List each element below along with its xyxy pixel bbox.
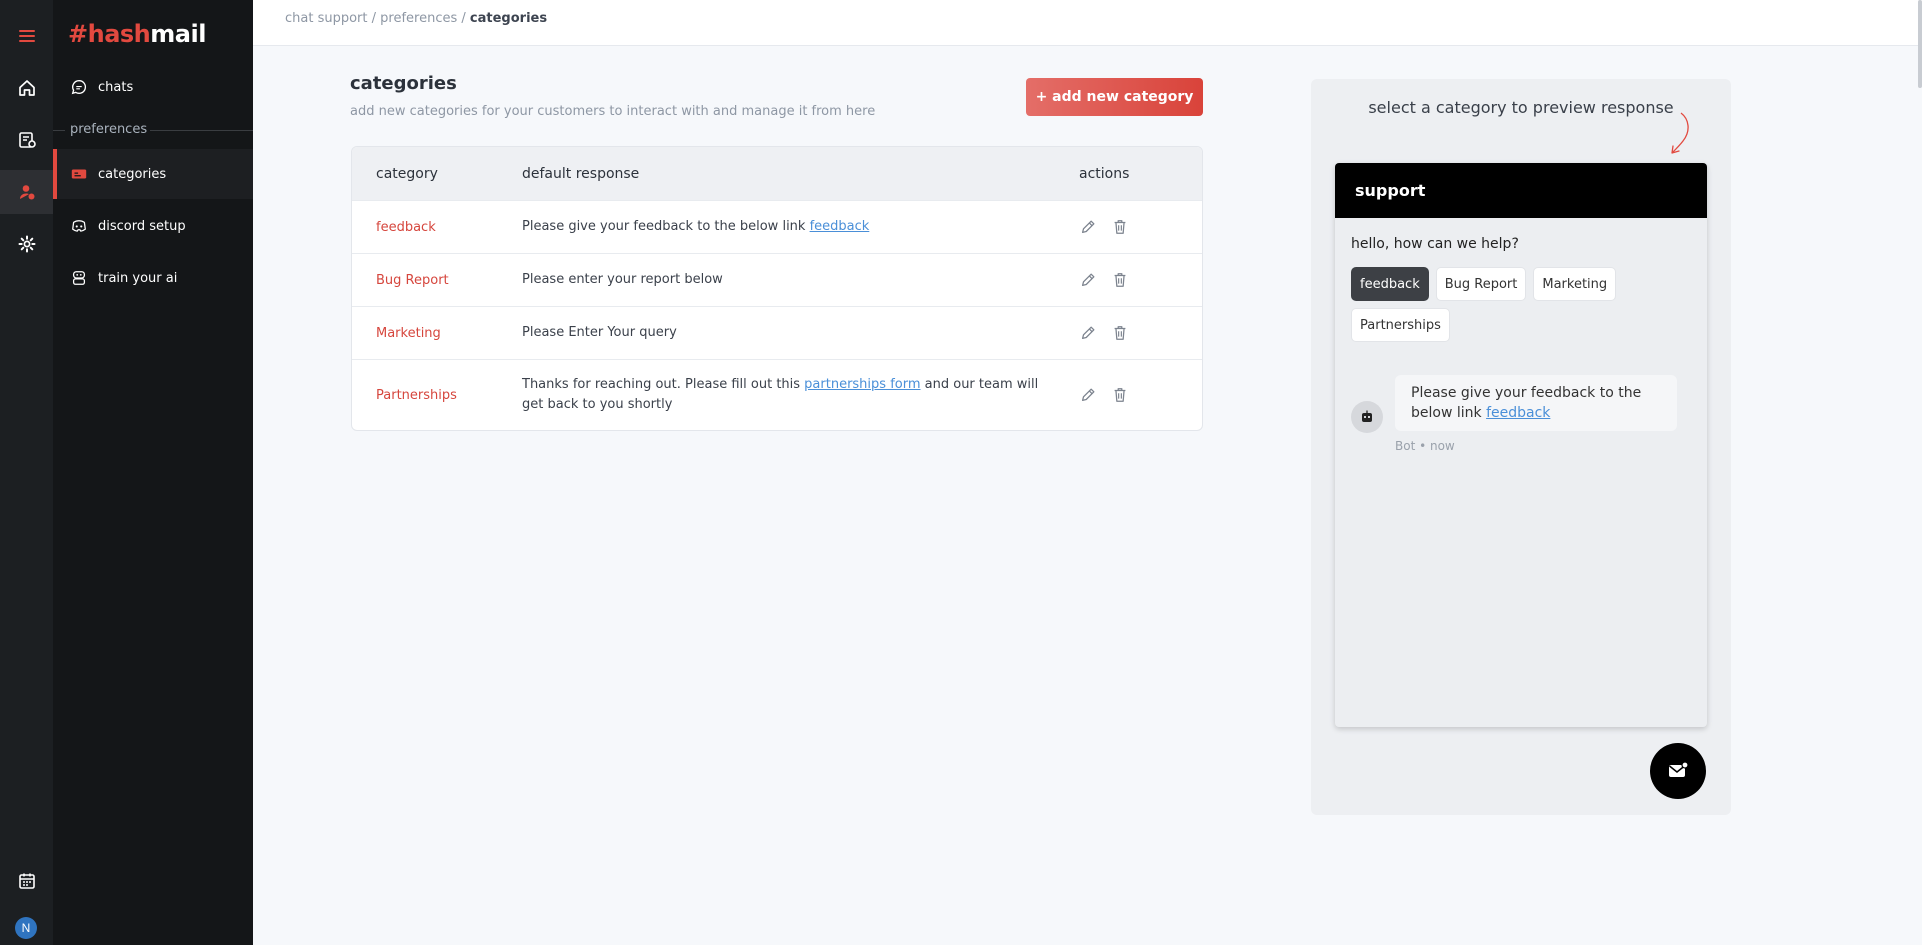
icon-rail: N [0, 0, 53, 945]
response-link[interactable]: partnerships form [804, 377, 920, 392]
header-default-response: default response [522, 165, 640, 182]
default-response: Thanks for reaching out. Please fill out… [522, 375, 1079, 415]
preview-panel: select a category to preview response su… [1311, 79, 1731, 815]
home-icon [18, 80, 35, 96]
rail-inbox-button[interactable] [0, 118, 53, 162]
trash-icon[interactable] [1111, 324, 1129, 342]
table-row: Bug Report Please enter your report belo… [352, 253, 1202, 306]
rail-settings-button[interactable] [0, 222, 53, 266]
sidebar-item-discord-setup[interactable]: discord setup [53, 201, 253, 251]
add-new-category-button[interactable]: + add new category [1026, 78, 1203, 116]
response-link[interactable]: feedback [810, 219, 870, 234]
bot-message: Please give your feedback to the below l… [1395, 375, 1677, 431]
chat-bubble-icon [71, 80, 87, 95]
chip-bug-report[interactable]: Bug Report [1435, 267, 1527, 301]
table-row: Partnerships Thanks for reaching out. Pl… [352, 359, 1202, 430]
edit-icon[interactable] [1079, 324, 1097, 342]
trash-icon[interactable] [1111, 271, 1129, 289]
categories-table: category default response actions feedba… [351, 146, 1203, 431]
tag-icon [71, 169, 87, 179]
table-header: category default response actions [352, 147, 1202, 200]
breadcrumb-separator: / [367, 11, 381, 26]
sidebar-item-categories[interactable]: categories [53, 149, 253, 199]
sidebar-section-title: preferences [70, 122, 148, 137]
category-name: feedback [376, 219, 436, 235]
sidebar-item-label: categories [98, 166, 167, 182]
user-avatar[interactable]: N [15, 917, 37, 939]
divider [150, 130, 253, 131]
response-text: Please give your feedback to the below l… [522, 219, 810, 234]
top-bar: chat support / preferences / categories [253, 0, 1922, 88]
default-response: Please give your feedback to the below l… [522, 217, 1079, 237]
category-name: Bug Report [376, 272, 449, 288]
response-text: Please Enter Your query [522, 325, 677, 340]
breadcrumb-chat-support[interactable]: chat support [285, 11, 368, 26]
chip-marketing[interactable]: Marketing [1533, 267, 1617, 301]
trash-icon[interactable] [1111, 218, 1129, 236]
bot-icon [1362, 410, 1372, 422]
response-text: Please enter your report below [522, 272, 723, 287]
chat-widget-preview: support hello, how can we help? feedback… [1335, 163, 1707, 727]
breadcrumb: chat support / preferences / categories [285, 11, 547, 26]
bot-avatar [1351, 401, 1383, 433]
sidebar-item-train-your-ai[interactable]: train your ai [53, 253, 253, 303]
edit-icon[interactable] [1079, 271, 1097, 289]
message-meta: Bot • now [1395, 439, 1455, 453]
sidebar: #hashmail chats preferences categories d… [53, 0, 253, 945]
sidebar-item-label: discord setup [98, 218, 186, 234]
breadcrumb-preferences[interactable]: preferences [380, 11, 457, 26]
sidebar-item-label: chats [98, 79, 134, 95]
chip-partnerships[interactable]: Partnerships [1351, 308, 1450, 342]
curved-arrow-icon [1671, 112, 1689, 154]
page-title: categories [350, 73, 457, 94]
bot-message-link[interactable]: feedback [1486, 405, 1550, 421]
edit-icon[interactable] [1079, 386, 1097, 404]
header-category: category [376, 165, 438, 182]
sidebar-item-chats[interactable]: chats [53, 62, 253, 112]
discord-icon [72, 220, 86, 232]
menu-icon [18, 30, 35, 42]
table-row: Marketing Please Enter Your query [352, 306, 1202, 359]
rail-calendar-button[interactable] [0, 859, 53, 903]
sidebar-item-label: train your ai [98, 270, 178, 286]
table-row: feedback Please give your feedback to th… [352, 200, 1202, 253]
default-response: Please enter your report below [522, 270, 1079, 290]
rail-users-button[interactable] [0, 170, 53, 214]
category-name: Partnerships [376, 387, 457, 403]
breadcrumb-separator: / [457, 11, 470, 26]
logo-hash: #hash [68, 20, 151, 48]
inbox-icon [18, 132, 36, 148]
calendar-icon [18, 873, 35, 889]
users-icon [19, 185, 34, 200]
logo-mail: mail [150, 20, 206, 48]
app-logo[interactable]: #hashmail [68, 20, 206, 48]
category-chips: feedback Bug Report Marketing Partnershi… [1351, 267, 1691, 342]
widget-header: support [1335, 163, 1707, 218]
scrollbar-thumb[interactable] [1918, 0, 1922, 88]
header-actions: actions [1079, 165, 1130, 182]
mail-icon [1669, 761, 1689, 777]
page-subtitle: add new categories for your customers to… [350, 104, 876, 119]
gear-icon [18, 235, 35, 253]
response-text: Thanks for reaching out. Please fill out… [522, 377, 805, 392]
menu-button[interactable] [0, 14, 53, 58]
category-name: Marketing [376, 325, 441, 341]
chat-launcher-button[interactable] [1650, 743, 1706, 799]
chip-feedback[interactable]: feedback [1351, 267, 1429, 301]
ai-icon [72, 271, 86, 285]
widget-greeting: hello, how can we help? [1351, 236, 1519, 252]
breadcrumb-current: categories [469, 11, 548, 26]
divider [53, 130, 65, 131]
trash-icon[interactable] [1111, 386, 1129, 404]
edit-icon[interactable] [1079, 218, 1097, 236]
default-response: Please Enter Your query [522, 323, 1079, 343]
rail-home-button[interactable] [0, 66, 53, 110]
